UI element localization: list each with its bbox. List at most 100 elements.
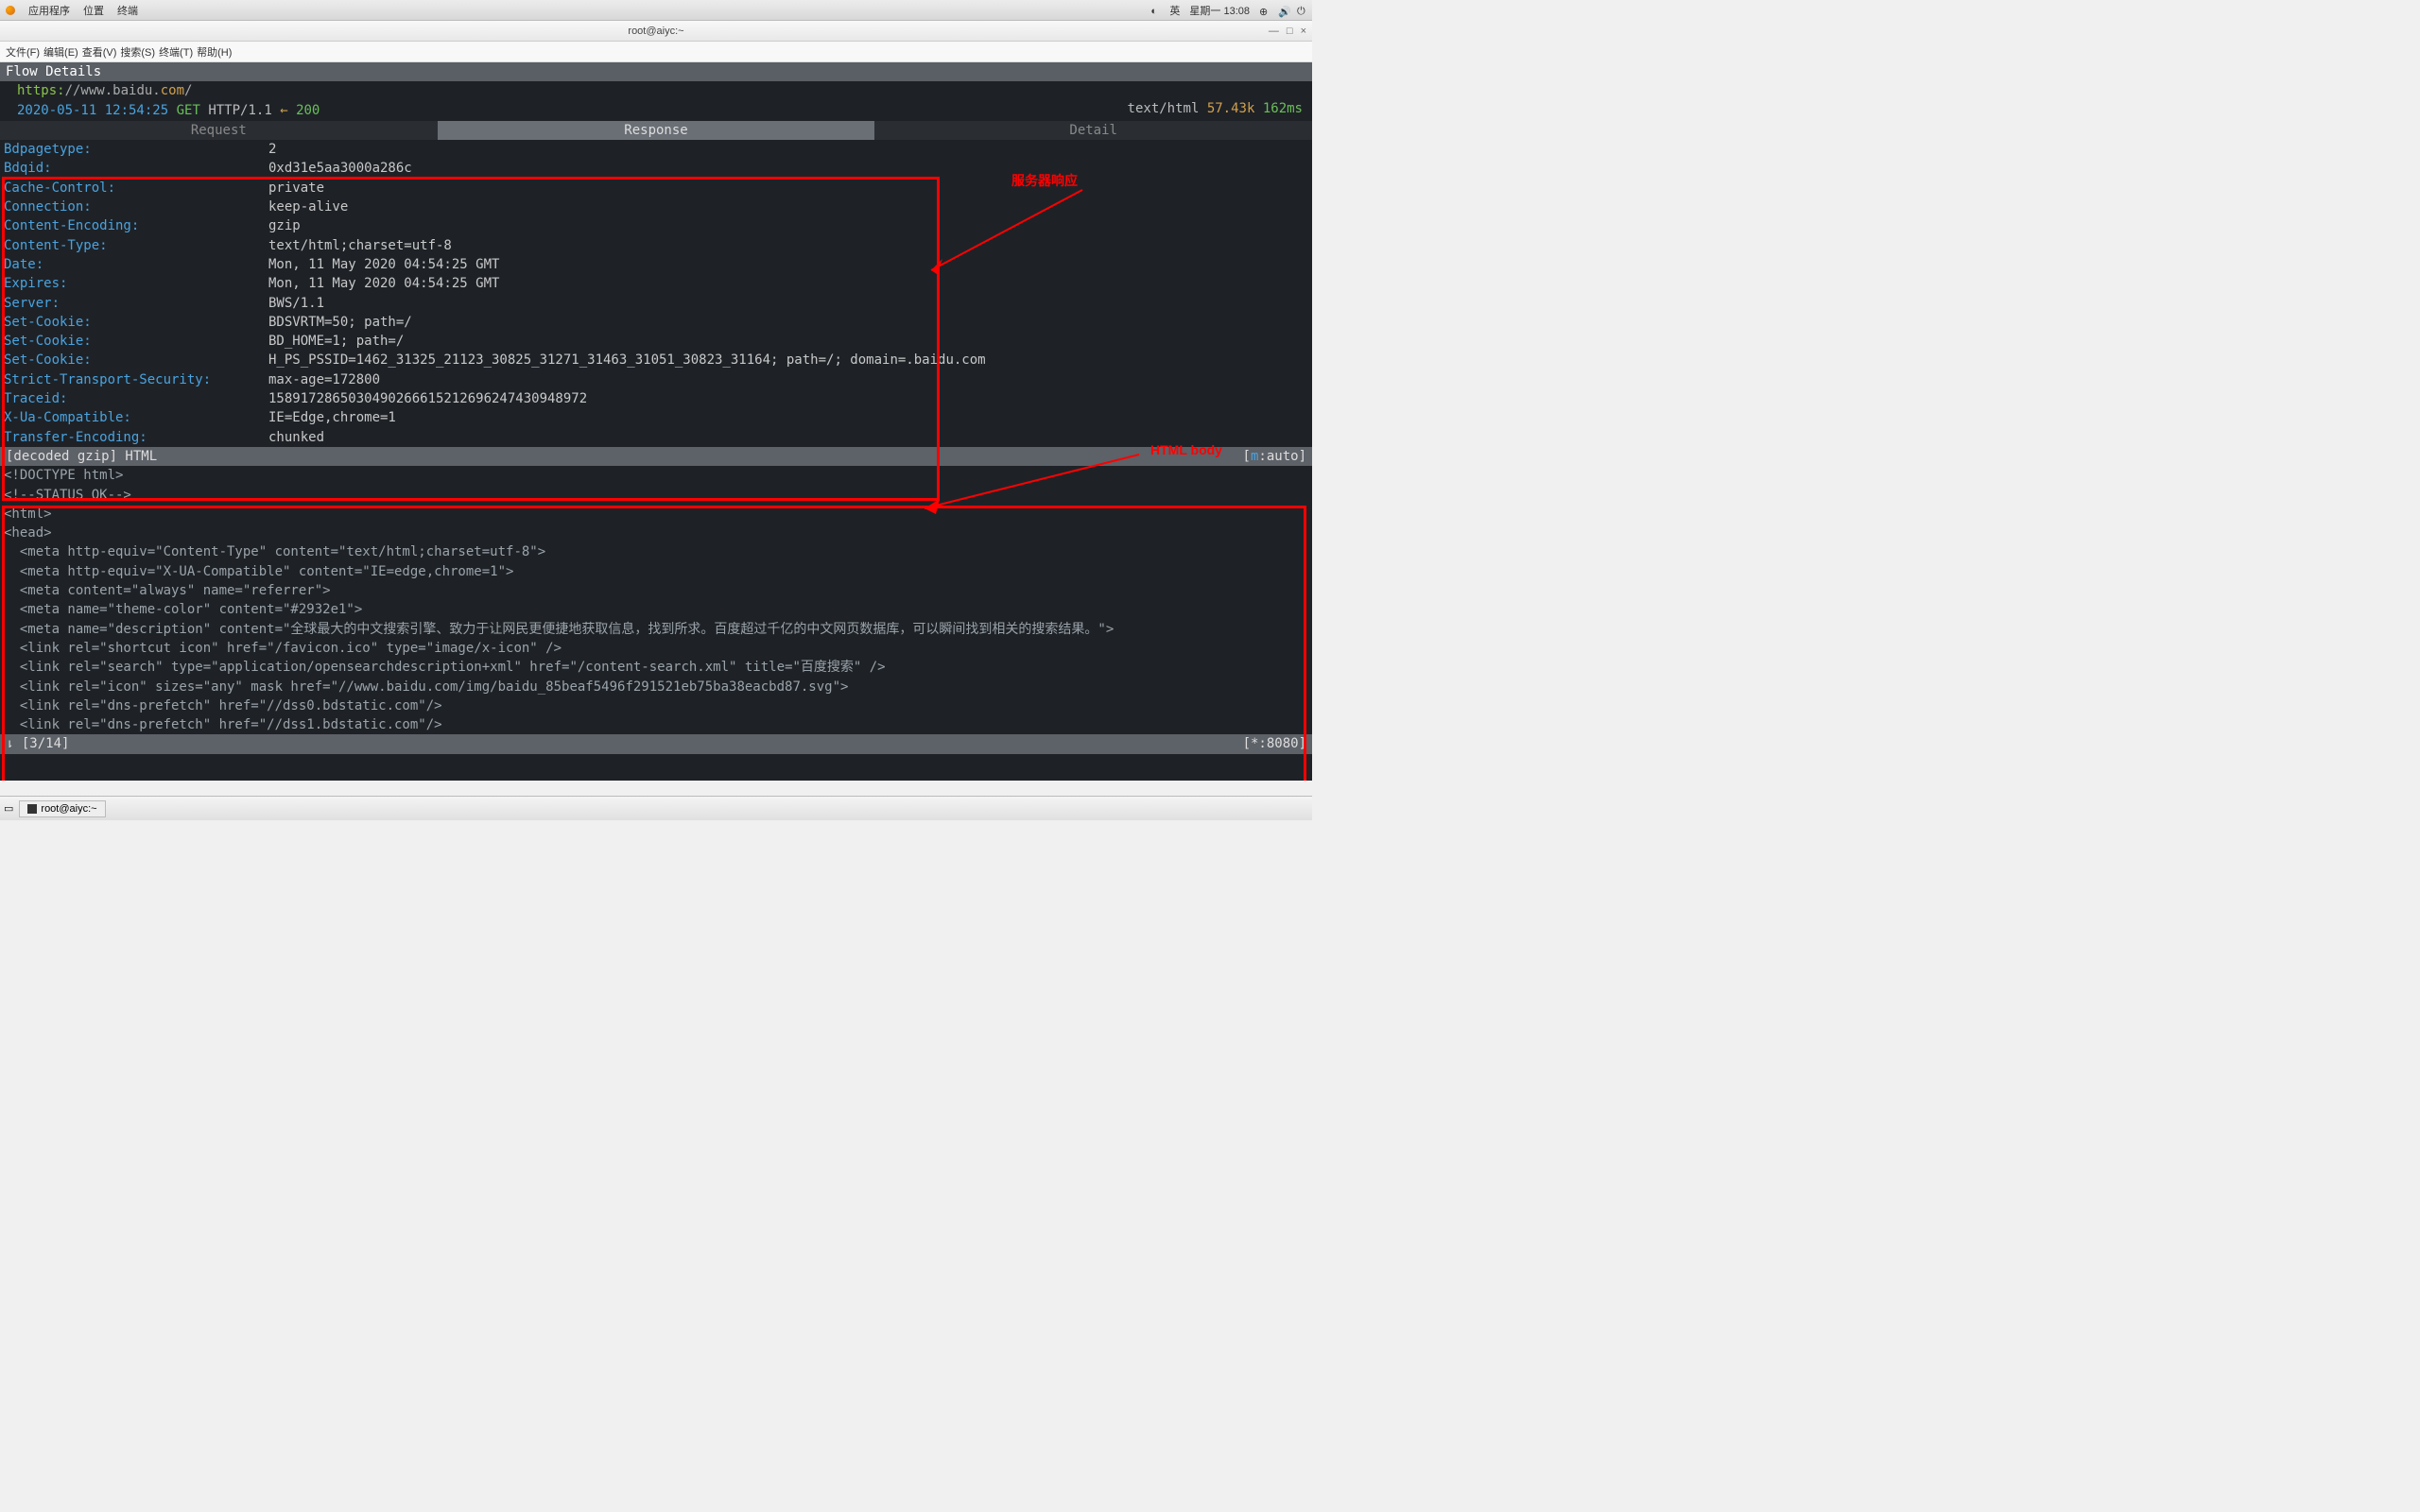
body-line: <!DOCTYPE html> xyxy=(4,466,1308,485)
header-row: X-Ua-Compatible:IE=Edge,chrome=1 xyxy=(4,408,1308,427)
header-value: gzip xyxy=(268,216,301,235)
window-title: root@aiyc:~ xyxy=(628,26,683,37)
header-value: chunked xyxy=(268,428,324,447)
header-row: Traceid:15891728650304902666152126962474… xyxy=(4,389,1308,408)
body-line: <meta http-equiv="Content-Type" content=… xyxy=(4,542,1308,561)
minimize-button[interactable]: — xyxy=(1269,26,1279,37)
header-row: Expires:Mon, 11 May 2020 04:54:25 GMT xyxy=(4,274,1308,293)
header-key: X-Ua-Compatible: xyxy=(4,408,268,427)
header-row: Content-Type:text/html;charset=utf-8 xyxy=(4,236,1308,255)
menu-edit[interactable]: 编辑(E) xyxy=(43,44,78,60)
response-headers: Bdpagetype:2Bdqid:0xd31e5aa3000a286cCach… xyxy=(0,140,1312,447)
body-line: <head> xyxy=(4,524,1308,542)
body-line: <link rel="dns-prefetch" href="//dss1.bd… xyxy=(4,715,1308,734)
header-row: Set-Cookie:H_PS_PSSID=1462_31325_21123_3… xyxy=(4,351,1308,369)
tab-request[interactable]: Request xyxy=(0,121,438,140)
header-value: max-age=172800 xyxy=(268,370,380,389)
header-key: Expires: xyxy=(4,274,268,293)
header-key: Cache-Control: xyxy=(4,179,268,198)
body-line: <link rel="icon" sizes="any" mask href="… xyxy=(4,678,1308,696)
body-line: <meta http-equiv="X-UA-Compatible" conte… xyxy=(4,562,1308,581)
body-line: <meta name="theme-color" content="#2932e… xyxy=(4,600,1308,619)
app-menubar: 文件(F) 编辑(E) 查看(V) 搜索(S) 终端(T) 帮助(H) xyxy=(0,42,1312,62)
os-logo-icon xyxy=(6,6,15,15)
tab-detail[interactable]: Detail xyxy=(874,121,1312,140)
network-icon[interactable]: ⊕ xyxy=(1259,6,1269,15)
maximize-button[interactable]: □ xyxy=(1287,26,1293,37)
tab-bar: Request Response Detail xyxy=(0,121,1312,140)
show-desktop-button[interactable]: ▭ xyxy=(4,802,13,815)
taskbar-app-terminal[interactable]: root@aiyc:~ xyxy=(19,800,105,817)
desktop-menubar: 应用程序 位置 终端 ◐ 英 星期一 13:08 ⊕ 🔊 ⏻ xyxy=(0,0,1312,21)
header-value: 1589172865030490266615212696247430948972 xyxy=(268,389,587,408)
power-icon[interactable]: ⏻ xyxy=(1297,6,1306,15)
header-value: Mon, 11 May 2020 04:54:25 GMT xyxy=(268,274,499,293)
header-value: IE=Edge,chrome=1 xyxy=(268,408,396,427)
request-url: https://www.baidu.com/ xyxy=(0,81,1312,100)
header-row: Server:BWS/1.1 xyxy=(4,294,1308,313)
header-row: Set-Cookie:BDSVRTM=50; path=/ xyxy=(4,313,1308,332)
body-line: <html> xyxy=(4,505,1308,524)
body-line: <link rel="dns-prefetch" href="//dss0.bd… xyxy=(4,696,1308,715)
header-row: Bdpagetype:2 xyxy=(4,140,1308,159)
menu-terminal[interactable]: 终端 xyxy=(117,3,138,18)
menu-view[interactable]: 查看(V) xyxy=(82,44,117,60)
header-row: Content-Encoding:gzip xyxy=(4,216,1308,235)
body-line: <meta content="always" name="referrer"> xyxy=(4,581,1308,600)
terminal-pane[interactable]: Flow Details https://www.baidu.com/ 2020… xyxy=(0,62,1312,781)
response-summary: text/html 57.43k 162ms xyxy=(1128,99,1303,118)
header-value: Mon, 11 May 2020 04:54:25 GMT xyxy=(268,255,499,274)
header-value: 2 xyxy=(268,140,276,159)
menu-places[interactable]: 位置 xyxy=(83,3,104,18)
menu-file[interactable]: 文件(F) xyxy=(6,44,40,60)
header-key: Strict-Transport-Security: xyxy=(4,370,268,389)
volume-icon[interactable]: 🔊 xyxy=(1278,6,1288,15)
header-key: Content-Type: xyxy=(4,236,268,255)
accessibility-icon[interactable]: ◐ xyxy=(1150,6,1160,15)
flow-details-header: Flow Details xyxy=(0,62,1312,81)
header-value: BDSVRTM=50; path=/ xyxy=(268,313,412,332)
header-row: Bdqid:0xd31e5aa3000a286c xyxy=(4,159,1308,178)
header-row: Cache-Control:private xyxy=(4,179,1308,198)
menu-help[interactable]: 帮助(H) xyxy=(197,44,232,60)
annotation-label-response: 服务器响应 xyxy=(1011,171,1078,190)
header-key: Set-Cookie: xyxy=(4,332,268,351)
body-line: <link rel="search" type="application/ope… xyxy=(4,658,1308,677)
header-value: private xyxy=(268,179,324,198)
header-key: Bdpagetype: xyxy=(4,140,268,159)
mitmproxy-statusbar: ⇂ [3/14] [*:8080] xyxy=(0,734,1312,753)
clock[interactable]: 星期一 13:08 xyxy=(1189,3,1250,18)
body-line: <meta name="description" content="全球最大的中… xyxy=(4,620,1308,639)
header-key: Content-Encoding: xyxy=(4,216,268,235)
menu-applications[interactable]: 应用程序 xyxy=(28,3,70,18)
body-line: <!--STATUS OK--> xyxy=(4,486,1308,505)
body-line: <link rel="shortcut icon" href="/favicon… xyxy=(4,639,1308,658)
tab-response[interactable]: Response xyxy=(438,121,875,140)
body-divider: [decoded gzip] HTML [m:auto] xyxy=(0,447,1312,466)
header-key: Set-Cookie: xyxy=(4,351,268,369)
header-key: Transfer-Encoding: xyxy=(4,428,268,447)
request-meta: 2020-05-11 12:54:25 GET HTTP/1.1 ← 200 xyxy=(0,101,1312,120)
header-row: Transfer-Encoding:chunked xyxy=(4,428,1308,447)
header-key: Traceid: xyxy=(4,389,268,408)
close-button[interactable]: × xyxy=(1301,26,1306,37)
input-method-indicator[interactable]: 英 xyxy=(1169,3,1180,18)
header-value: BWS/1.1 xyxy=(268,294,324,313)
header-row: Set-Cookie:BD_HOME=1; path=/ xyxy=(4,332,1308,351)
header-key: Server: xyxy=(4,294,268,313)
header-value: text/html;charset=utf-8 xyxy=(268,236,452,255)
header-key: Bdqid: xyxy=(4,159,268,178)
header-key: Set-Cookie: xyxy=(4,313,268,332)
annotation-label-body: HTML body xyxy=(1150,440,1222,459)
response-body: <!DOCTYPE html><!--STATUS OK--><html><he… xyxy=(0,466,1312,734)
menu-terminal-app[interactable]: 终端(T) xyxy=(159,44,193,60)
header-key: Connection: xyxy=(4,198,268,216)
header-value: H_PS_PSSID=1462_31325_21123_30825_31271_… xyxy=(268,351,986,369)
terminal-icon xyxy=(27,804,37,814)
header-value: BD_HOME=1; path=/ xyxy=(268,332,404,351)
window-titlebar: root@aiyc:~ — □ × xyxy=(0,21,1312,42)
header-row: Connection:keep-alive xyxy=(4,198,1308,216)
menu-search[interactable]: 搜索(S) xyxy=(120,44,155,60)
header-value: 0xd31e5aa3000a286c xyxy=(268,159,412,178)
header-value: keep-alive xyxy=(268,198,348,216)
